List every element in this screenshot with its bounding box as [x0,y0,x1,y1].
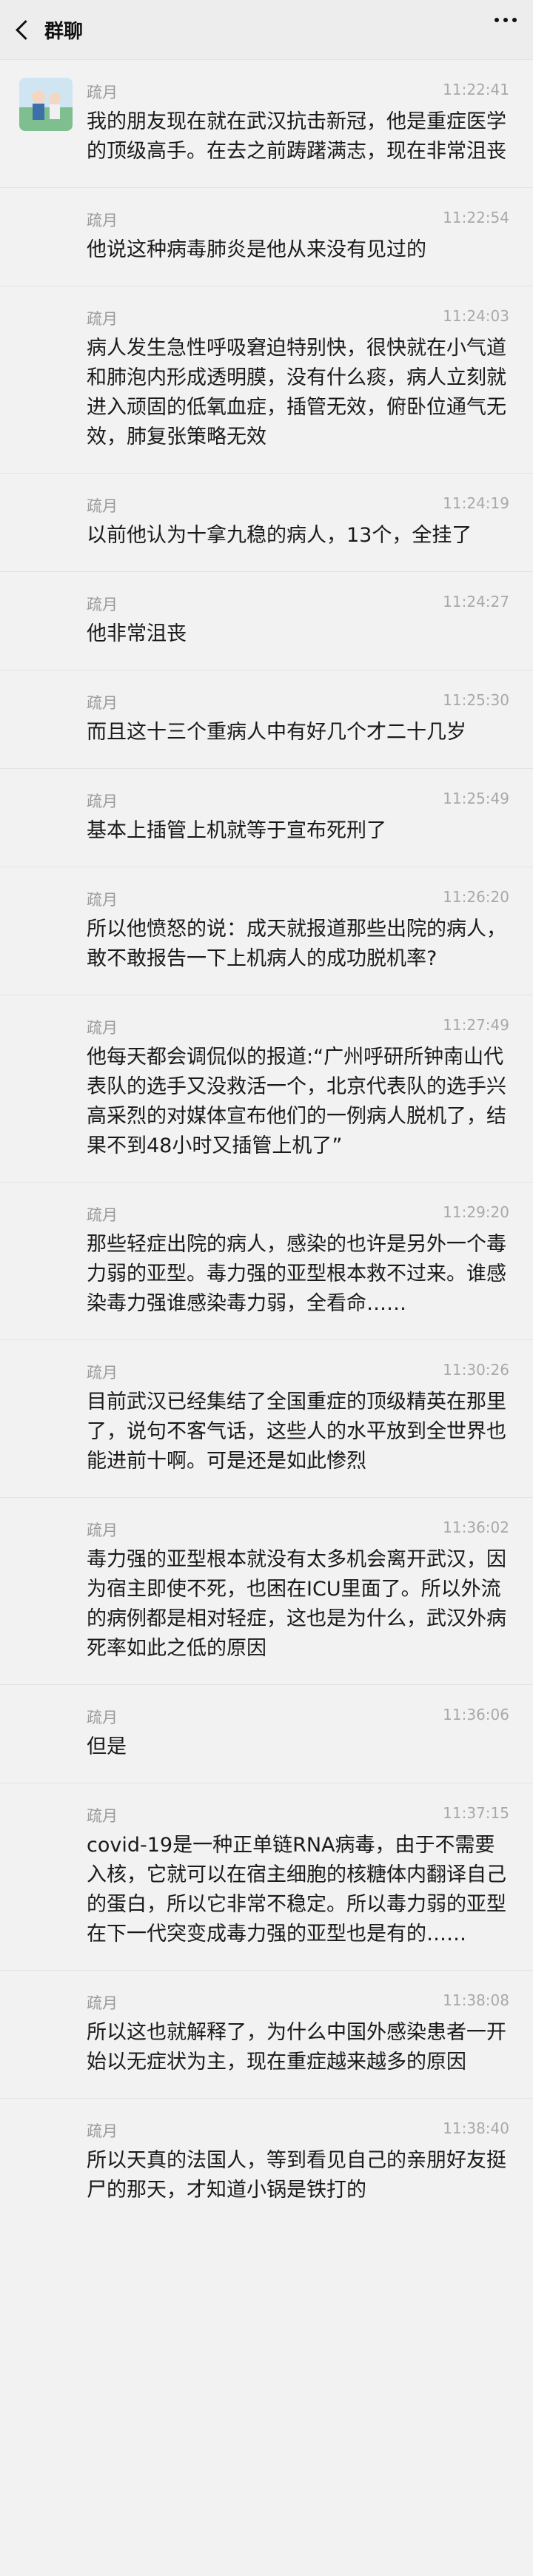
message-item[interactable]: 疏月 11:36:06 但是 [0,1685,533,1783]
message-item[interactable]: 疏月 11:38:08 所以这也就解释了，为什么中国外感染患者一开始以无症状为主，现… [0,1971,533,2099]
message-meta: 疏月 11:36:06 [87,1685,509,1728]
message-text: 他非常沮丧 [87,622,187,645]
message-item[interactable]: 疏月 11:29:20 那些轻症出院的病人，感染的也许是另外一个毒力弱的亚型。毒力强… [0,1183,533,1340]
message-text: 基本上插管上机就等于宣布死刑了 [87,819,386,842]
message-time: 11:29:20 [443,1203,509,1221]
message-text: 所以天真的法国人，等到看见自己的亲朋好友挺尸的那天，才知道小锅是铁打的 [87,2149,506,2202]
message-meta: 疏月 11:37:15 [87,1783,509,1826]
message-item[interactable]: 疏月 11:37:15 covid-19是一种正单链RNA病毒，由于不需要入核，它就… [0,1783,533,1971]
message-time: 11:27:49 [443,1016,509,1034]
message-time: 11:22:54 [443,209,509,226]
sender-name: 疏月 [87,497,118,515]
sender-name: 疏月 [87,2122,118,2140]
sender-name: 疏月 [87,596,118,613]
message-text: covid-19是一种正单链RNA病毒，由于不需要入核，它就可以在宿主细胞的核糖… [87,1834,506,1946]
sender-name: 疏月 [87,1709,118,1726]
message-text: 所以他愤怒的说：成天就报道那些出院的病人，敢不敢报告一下上机病人的成功脱机率? [87,918,506,970]
message-text: 而且这十三个重病人中有好几个才二十几岁 [87,721,466,744]
message-text: 他每天都会调侃似的报道:“广州呼研所钟南山代表队的选手又没救活一个，北京代表队的… [87,1046,506,1157]
message-text: 我的朋友现在就在武汉抗击新冠，他是重症医学的顶级高手。在去之前踌躇满志，现在非常… [87,110,506,163]
message-text: 但是 [87,1735,127,1758]
message-text: 以前他认为十拿九稳的病人，13个，全挂了 [87,524,472,547]
more-options-icon[interactable] [495,18,517,22]
message-time: 11:26:20 [443,888,509,906]
back-button[interactable] [0,0,44,59]
message-time: 11:24:19 [443,494,509,512]
message-text: 目前武汉已经集结了全国重症的顶级精英在那里了，说句不客气话，这些人的水平放到全世… [87,1390,506,1473]
message-meta: 疏月 11:38:08 [87,1971,509,2014]
sender-name: 疏月 [87,793,118,810]
back-arrow-icon [15,19,36,40]
message-item[interactable]: 疏月 11:26:20 所以他愤怒的说：成天就报道那些出院的病人，敢不敢报告一下上机… [0,867,533,995]
message-item[interactable]: 疏月 11:38:40 所以天真的法国人，等到看见自己的亲朋好友挺尸的那天，才知道小… [0,2099,533,2226]
sender-name: 疏月 [87,1206,118,1224]
message-time: 11:24:27 [443,593,509,611]
message-text: 病人发生急性呼吸窘迫特别快，很快就在小气道和肺泡内形成透明膜，没有什么痰，病人立… [87,337,506,448]
sender-name: 疏月 [87,1994,118,2012]
message-item[interactable]: 疏月 11:24:27 他非常沮丧 [0,572,533,670]
message-time: 11:25:30 [443,691,509,709]
message-meta: 疏月 11:30:26 [87,1340,509,1383]
message-time: 11:36:06 [443,1706,509,1724]
message-text: 毒力强的亚型根本就没有太多机会离开武汉，因为宿主即使不死，也困在ICU里面了。所… [87,1548,506,1660]
message-time: 11:37:15 [443,1804,509,1822]
message-text: 所以这也就解释了，为什么中国外感染患者一开始以无症状为主，现在重症越来越多的原因 [87,2021,506,2074]
message-text: 那些轻症出院的病人，感染的也许是另外一个毒力弱的亚型。毒力强的亚型根本救不过来。… [87,1233,506,1315]
sender-name: 疏月 [87,1807,118,1825]
sender-name: 疏月 [87,694,118,712]
message-meta: 疏月 11:27:49 [87,995,509,1038]
message-time: 11:22:41 [443,81,509,98]
sender-name: 疏月 [87,891,118,909]
message-meta: 疏月 11:38:40 [87,2099,509,2142]
sender-name: 疏月 [87,1019,118,1037]
message-meta: 疏月 11:25:30 [87,670,509,713]
message-meta: 疏月 11:24:19 [87,474,509,517]
message-list: 疏月 11:22:41 我的朋友现在就在武汉抗击新冠，他是重症医学的顶级高手。在去之… [0,60,533,2226]
message-meta: 疏月 11:26:20 [87,867,509,910]
message-time: 11:24:03 [443,307,509,325]
message-item[interactable]: 疏月 11:27:49 他每天都会调侃似的报道:“广州呼研所钟南山代表队的选手又没救… [0,995,533,1183]
avatar[interactable] [19,78,73,131]
sender-name: 疏月 [87,310,118,328]
message-item[interactable]: 疏月 11:24:19 以前他认为十拿九稳的病人，13个，全挂了 [0,474,533,572]
message-time: 11:38:40 [443,2119,509,2137]
message-item[interactable]: 疏月 11:22:54 他说这种病毒肺炎是他从来没有见过的 [0,188,533,286]
message-item[interactable]: 疏月 11:36:02 毒力强的亚型根本就没有太多机会离开武汉，因为宿主即使不死，也… [0,1498,533,1685]
chat-title: 群聊 [44,20,84,43]
sender-name: 疏月 [87,1364,118,1382]
message-item[interactable]: 疏月 11:22:41 我的朋友现在就在武汉抗击新冠，他是重症医学的顶级高手。在去之… [0,60,533,188]
sender-name: 疏月 [87,212,118,229]
message-time: 11:25:49 [443,790,509,807]
message-meta: 疏月 11:25:49 [87,769,509,812]
message-time: 11:38:08 [443,1991,509,2009]
message-time: 11:36:02 [443,1519,509,1536]
sender-name: 疏月 [87,1521,118,1539]
message-item[interactable]: 疏月 11:25:49 基本上插管上机就等于宣布死刑了 [0,769,533,867]
message-meta: 疏月 11:29:20 [87,1183,509,1225]
message-meta: 疏月 11:22:41 [87,60,509,103]
message-item[interactable]: 疏月 11:30:26 目前武汉已经集结了全国重症的顶级精英在那里了，说句不客气话，… [0,1340,533,1498]
message-meta: 疏月 11:24:27 [87,572,509,615]
sender-name: 疏月 [87,84,118,101]
message-item[interactable]: 疏月 11:25:30 而且这十三个重病人中有好几个才二十几岁 [0,670,533,769]
message-meta: 疏月 11:36:02 [87,1498,509,1541]
message-meta: 疏月 11:22:54 [87,188,509,231]
message-text: 他说这种病毒肺炎是他从来没有见过的 [87,238,426,261]
message-time: 11:30:26 [443,1361,509,1379]
message-item[interactable]: 疏月 11:24:03 病人发生急性呼吸窘迫特别快，很快就在小气道和肺泡内形成透明膜… [0,286,533,474]
message-meta: 疏月 11:24:03 [87,286,509,329]
chat-header: 群聊 [0,0,533,60]
